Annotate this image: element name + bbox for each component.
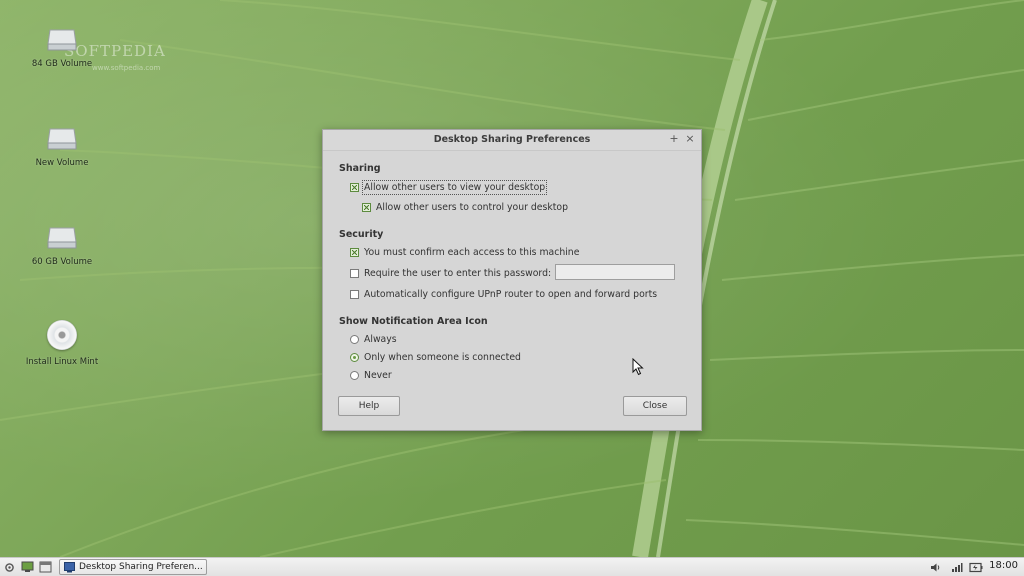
- notify-never-label: Never: [364, 370, 392, 381]
- sharing-section-title: Sharing: [339, 163, 381, 174]
- menu-gear-icon: [5, 562, 14, 572]
- allow-view-checkbox-row[interactable]: Allow other users to view your desktop: [350, 180, 548, 195]
- dialog-title: Desktop Sharing Preferences: [433, 134, 591, 145]
- desktop-sharing-dialog: Desktop Sharing Preferences + × Sharing …: [322, 129, 702, 431]
- drive-icon: [46, 26, 78, 52]
- notify-always-label: Always: [364, 334, 397, 345]
- show-desktop-icon: [21, 561, 34, 572]
- desktop-icon-install-linux-mint[interactable]: Install Linux Mint: [12, 320, 112, 367]
- network-signal-icon: [952, 562, 963, 572]
- taskbar-window-label: Desktop Sharing Preferen...: [79, 562, 203, 572]
- notify-connected-radio[interactable]: [350, 353, 359, 362]
- allow-view-checkbox[interactable]: [350, 183, 359, 192]
- notify-never-radio-row[interactable]: Never: [350, 370, 392, 381]
- close-window-button[interactable]: ×: [683, 132, 697, 146]
- volume-indicator[interactable]: [930, 560, 942, 574]
- dialog-titlebar[interactable]: Desktop Sharing Preferences + ×: [323, 130, 701, 151]
- desktop-icon-84gb-volume[interactable]: 84 GB Volume: [12, 26, 112, 69]
- network-indicator[interactable]: [951, 560, 963, 574]
- clock[interactable]: 18:00: [989, 560, 1018, 571]
- allow-control-checkbox[interactable]: [362, 203, 371, 212]
- drive-icon: [46, 125, 78, 151]
- security-section-title: Security: [339, 229, 384, 240]
- battery-icon: [969, 562, 983, 572]
- confirm-access-checkbox-row[interactable]: You must confirm each access to this mac…: [350, 247, 579, 258]
- allow-control-label: Allow other users to control your deskto…: [376, 202, 568, 213]
- desktop-icon-label: New Volume: [35, 158, 89, 168]
- upnp-checkbox[interactable]: [350, 290, 359, 299]
- upnp-checkbox-row[interactable]: Automatically configure UPnP router to o…: [350, 289, 657, 300]
- desktop-icon-label: 60 GB Volume: [31, 257, 93, 267]
- confirm-access-checkbox[interactable]: [350, 248, 359, 257]
- desktop: SOFTPEDIA www.softpedia.com 84 GB Volume…: [0, 0, 1024, 557]
- desktop-icon-60gb-volume[interactable]: 60 GB Volume: [12, 224, 112, 267]
- confirm-access-label: You must confirm each access to this mac…: [364, 247, 580, 258]
- require-password-checkbox-row[interactable]: Require the user to enter this password:: [350, 268, 551, 279]
- notify-connected-radio-row[interactable]: Only when someone is connected: [350, 352, 521, 363]
- upnp-label: Automatically configure UPnP router to o…: [364, 289, 658, 300]
- file-manager-launcher[interactable]: [39, 560, 52, 574]
- terminal-icon: [39, 561, 52, 573]
- desktop-icon-new-volume[interactable]: New Volume: [12, 125, 112, 168]
- notify-always-radio[interactable]: [350, 335, 359, 344]
- menu-button[interactable]: [4, 560, 15, 574]
- maximize-button[interactable]: +: [667, 132, 681, 146]
- taskbar: Desktop Sharing Preferen... 18:00: [0, 557, 1024, 576]
- mouse-pointer-icon: [632, 358, 644, 376]
- show-desktop-button[interactable]: [21, 560, 34, 574]
- drive-icon: [46, 224, 78, 250]
- volume-icon: [931, 563, 940, 571]
- require-password-checkbox[interactable]: [350, 269, 359, 278]
- desktop-icon-label: Install Linux Mint: [25, 357, 99, 367]
- allow-view-label: Allow other users to view your desktop: [361, 180, 548, 195]
- notify-connected-label: Only when someone is connected: [364, 352, 521, 363]
- taskbar-window-desktop-sharing[interactable]: Desktop Sharing Preferen...: [59, 559, 207, 575]
- screen-sharing-icon: [64, 561, 75, 572]
- allow-control-checkbox-row[interactable]: Allow other users to control your deskto…: [362, 202, 568, 213]
- close-button[interactable]: Close: [623, 396, 687, 416]
- help-button[interactable]: Help: [338, 396, 400, 416]
- notify-never-radio[interactable]: [350, 371, 359, 380]
- password-input[interactable]: [555, 264, 675, 280]
- battery-indicator[interactable]: [969, 560, 983, 574]
- require-password-label: Require the user to enter this password:: [364, 268, 552, 279]
- notify-always-radio-row[interactable]: Always: [350, 334, 397, 345]
- desktop-icon-label: 84 GB Volume: [31, 59, 93, 69]
- cd-icon: [47, 320, 77, 350]
- notification-section-title: Show Notification Area Icon: [339, 316, 488, 327]
